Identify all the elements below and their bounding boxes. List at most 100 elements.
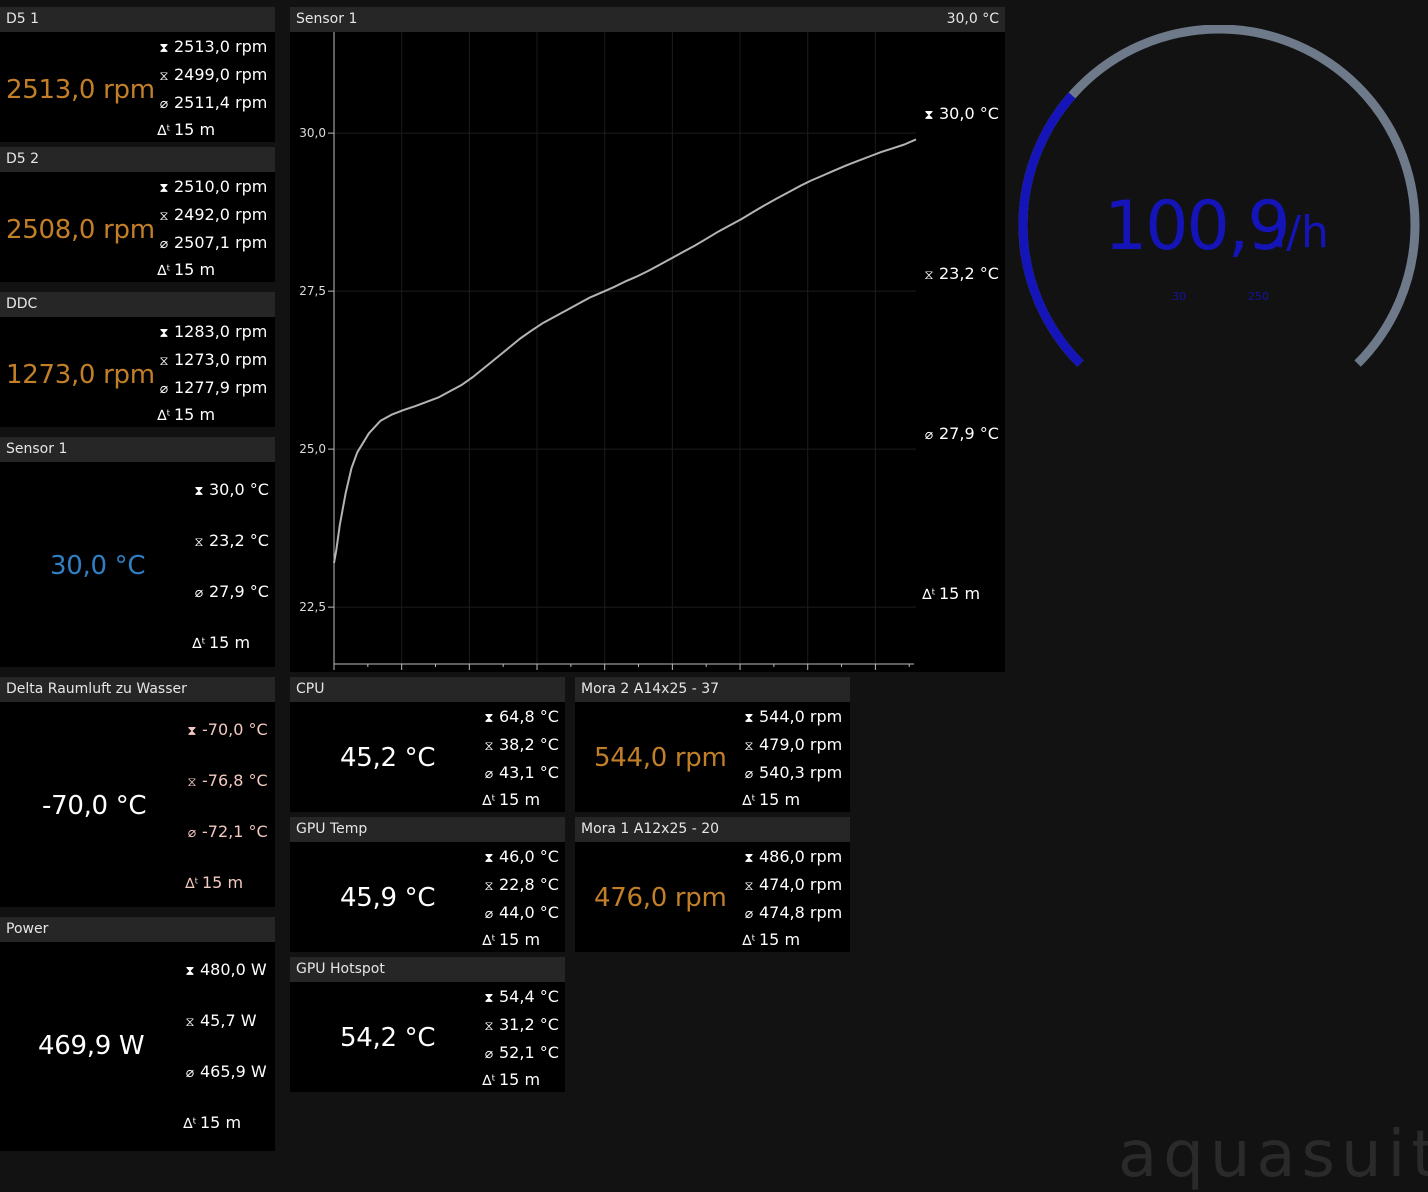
- min-icon: ⧖: [159, 209, 169, 224]
- min-stat: ⧖ 22,8 °C: [482, 875, 559, 894]
- delta-t-icon: ∆ᵗ: [185, 876, 199, 892]
- timespan-stat: ∆ᵗ 15 m: [185, 873, 243, 892]
- delta-t-icon: ∆ᵗ: [157, 408, 171, 424]
- min-stat: ⧖ 23,2 °C: [922, 264, 999, 283]
- average-icon: ⌀: [924, 427, 934, 443]
- min-icon: ⧖: [484, 739, 494, 754]
- max-stat: ⧗ 486,0 rpm: [742, 847, 842, 866]
- min-stat: ⧖ 23,2 °C: [192, 531, 268, 550]
- current-value: 476,0 rpm: [594, 883, 727, 913]
- min-value: 479,0 rpm: [759, 735, 843, 754]
- panel-d5-1: D5 1 2513,0 rpm ⧗ 2513,0 rpm ⧖ 2499,0 rpm …: [0, 7, 275, 142]
- panel-d5-2: D5 2 2508,0 rpm ⧗ 2510,0 rpm ⧖ 2492,0 rpm …: [0, 147, 275, 282]
- max-value: 480,0 W: [200, 960, 267, 979]
- panel-title: GPU Hotspot: [290, 957, 565, 982]
- panel-title: Mora 2 A14x25 - 37: [575, 677, 850, 702]
- y-tick-label: 30,0: [299, 126, 326, 140]
- avg-stat: ⌀ 27,9 °C: [922, 424, 999, 443]
- current-value: 1273,0 rpm: [6, 360, 155, 390]
- min-value: 23,2 °C: [939, 264, 999, 283]
- panel-sensor-1: Sensor 1 30,0 °C ⧗ 30,0 °C ⧖ 23,2 °C ⌀ 27,9…: [0, 437, 275, 667]
- max-icon: ⧗: [484, 991, 494, 1006]
- avg-value: 52,1 °C: [499, 1043, 559, 1062]
- timespan-stat: ∆ᵗ 15 m: [742, 930, 800, 949]
- avg-value: 27,9 °C: [939, 424, 999, 443]
- delta-t-icon: ∆ᵗ: [157, 123, 171, 139]
- avg-value: 465,9 W: [200, 1062, 267, 1081]
- delta-t-icon: ∆ᵗ: [183, 1116, 197, 1132]
- max-icon: ⧗: [744, 851, 754, 866]
- min-value: 1273,0 rpm: [174, 350, 268, 369]
- current-value: 45,2 °C: [340, 743, 436, 773]
- panel-delta-air-water: Delta Raumluft zu Wasser -70,0 °C ⧗ -70,0…: [0, 677, 275, 907]
- avg-value: 44,0 °C: [499, 903, 559, 922]
- delta-t-icon: ∆ᵗ: [482, 1073, 496, 1089]
- panel-ddc: DDC 1273,0 rpm ⧗ 1283,0 rpm ⧖ 1273,0 rpm ⌀…: [0, 292, 275, 427]
- min-icon: ⧖: [484, 879, 494, 894]
- avg-stat: ⌀ 2507,1 rpm: [157, 233, 268, 252]
- average-icon: ⌀: [744, 766, 754, 782]
- gauge-value-arc: [1018, 92, 1084, 367]
- panel-title: D5 1: [0, 7, 275, 32]
- min-stat: ⧖ -76,8 °C: [185, 771, 267, 790]
- max-icon: ⧗: [744, 711, 754, 726]
- min-icon: ⧖: [185, 1015, 195, 1030]
- panel-title: Power: [0, 917, 275, 942]
- max-icon: ⧗: [484, 711, 494, 726]
- panel-title: GPU Temp: [290, 817, 565, 842]
- max-stat: ⧗ 64,8 °C: [482, 707, 558, 726]
- current-value: 45,9 °C: [340, 883, 436, 913]
- max-value: 54,4 °C: [499, 987, 559, 1006]
- max-stat: ⧗ 54,4 °C: [482, 987, 559, 1006]
- panel-title: Sensor 1 30,0 °C: [290, 7, 1005, 32]
- average-icon: ⌀: [484, 906, 494, 922]
- timespan-stat: ∆ᵗ 15 m: [482, 930, 540, 949]
- max-stat: ⧗ 480,0 W: [183, 960, 267, 979]
- min-icon: ⧖: [194, 535, 204, 550]
- average-icon: ⌀: [159, 96, 169, 112]
- series-line-sensor-1: [333, 138, 917, 564]
- panel-title: D5 2: [0, 147, 275, 172]
- average-icon: ⌀: [484, 1046, 494, 1062]
- min-icon: ⧖: [159, 69, 169, 84]
- delta-t-icon: ∆ᵗ: [742, 793, 756, 809]
- panel-sensor-1-chart: Sensor 1 30,0 °C 22,5 25,0 27,5 30,0 ⧗ 30,0 °…: [290, 7, 1005, 672]
- min-icon: ⧖: [484, 1019, 494, 1034]
- max-stat: ⧗ 30,0 °C: [192, 480, 268, 499]
- min-stat: ⧖ 31,2 °C: [482, 1015, 558, 1034]
- min-value: 2499,0 rpm: [174, 65, 268, 84]
- max-value: 46,0 °C: [499, 847, 559, 866]
- max-value: 486,0 rpm: [759, 847, 843, 866]
- avg-stat: ⌀ 1277,9 rpm: [157, 378, 268, 397]
- delta-t-icon: ∆ᵗ: [482, 933, 496, 949]
- delta-t-icon: ∆ᵗ: [157, 263, 171, 279]
- timespan-value: 15 m: [939, 584, 981, 603]
- min-value: 22,8 °C: [499, 875, 559, 894]
- current-value: 54,2 °C: [340, 1023, 436, 1053]
- min-icon: ⧖: [924, 268, 934, 283]
- delta-t-icon: ∆ᵗ: [922, 587, 936, 603]
- min-stat: ⧖ 474,0 rpm: [742, 875, 842, 894]
- panel-title: Delta Raumluft zu Wasser: [0, 677, 275, 702]
- average-icon: ⌀: [159, 381, 169, 397]
- gauge-scale-min: 30: [1172, 290, 1186, 303]
- max-icon: ⧗: [194, 484, 204, 499]
- timespan-value: 15 m: [200, 1113, 242, 1132]
- timespan-value: 15 m: [174, 120, 216, 139]
- gauge-scale-max: 250: [1248, 290, 1269, 303]
- panel-title: Sensor 1: [0, 437, 275, 462]
- avg-value: -72,1 °C: [202, 822, 268, 841]
- min-value: 45,7 W: [200, 1011, 257, 1030]
- min-stat: ⧖ 1273,0 rpm: [157, 350, 267, 369]
- max-icon: ⧗: [159, 181, 169, 196]
- y-tick-label: 27,5: [299, 284, 326, 298]
- delta-t-icon: ∆ᵗ: [742, 933, 756, 949]
- delta-t-icon: ∆ᵗ: [192, 636, 206, 652]
- max-icon: ⧗: [159, 41, 169, 56]
- app-watermark: aquasuite: [1118, 1118, 1428, 1192]
- average-icon: ⌀: [744, 906, 754, 922]
- avg-stat: ⌀ 52,1 °C: [482, 1043, 559, 1062]
- current-value: -70,0 °C: [42, 791, 147, 821]
- timespan-stat: ∆ᵗ 15 m: [922, 584, 980, 603]
- avg-value: 2507,1 rpm: [174, 233, 268, 252]
